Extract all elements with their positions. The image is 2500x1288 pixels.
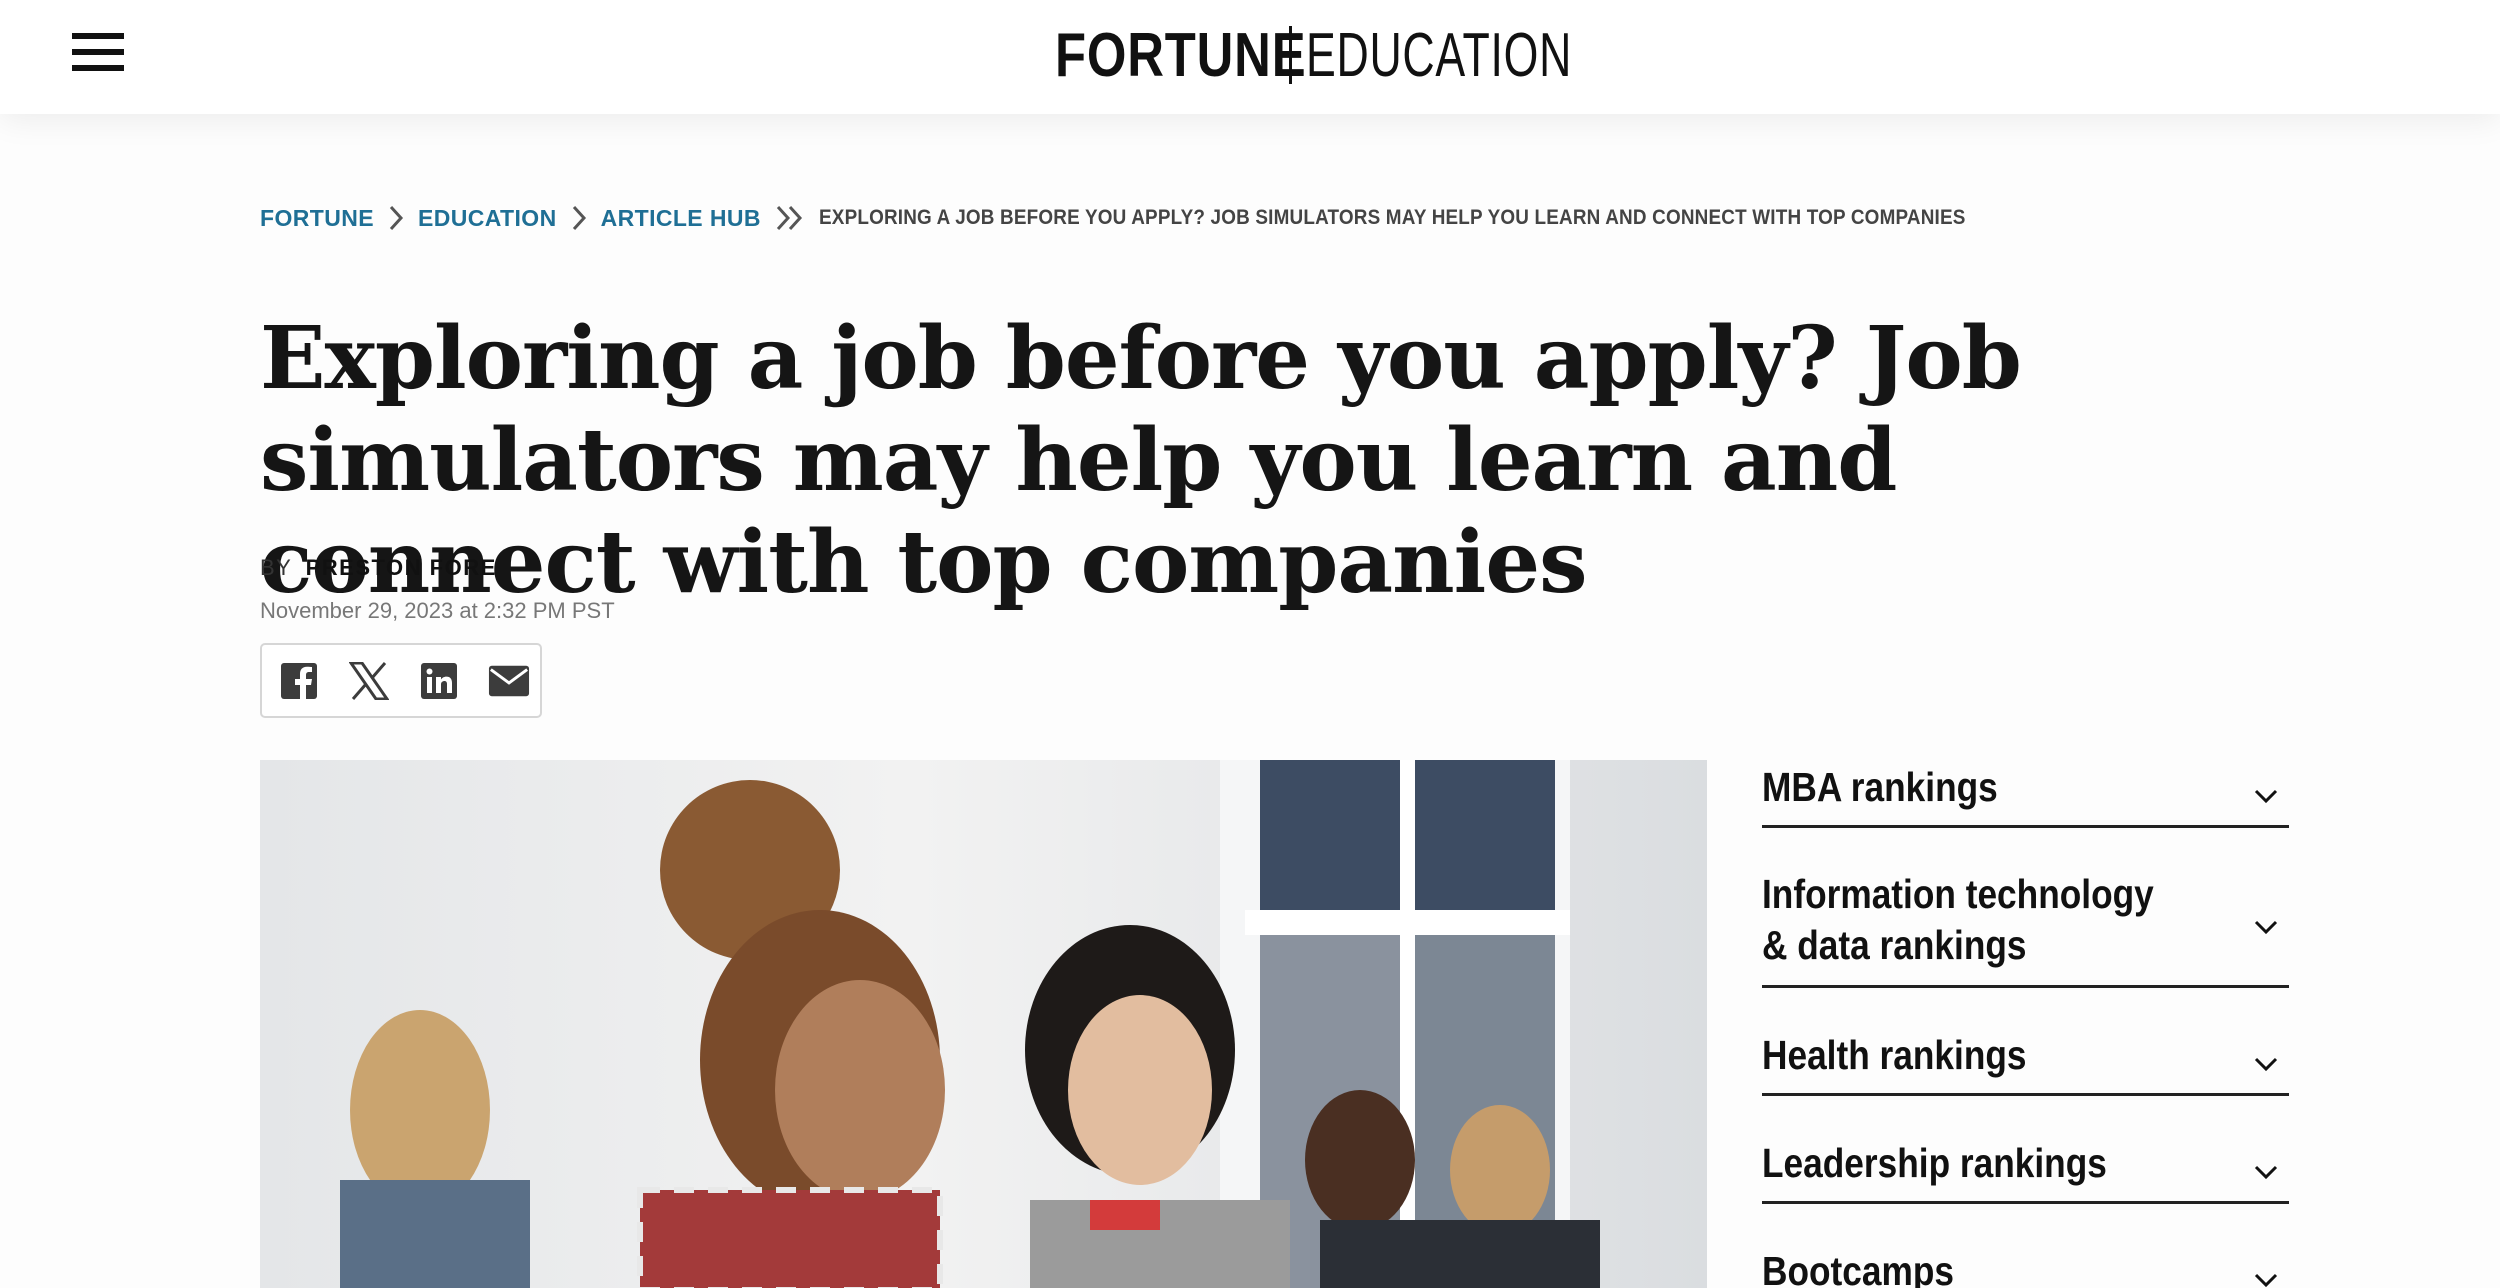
rankings-sidebar: MBA rankings Information technology & da… xyxy=(1762,760,2289,1288)
chevron-down-icon xyxy=(2253,919,2279,940)
byline-label: BY xyxy=(260,555,292,580)
x-icon[interactable] xyxy=(348,660,390,702)
site-logo[interactable]: FORTUNE EDUCATION xyxy=(1055,20,1573,90)
linkedin-icon[interactable] xyxy=(418,660,460,702)
sidebar-item-leadership-rankings[interactable]: Leadership rankings xyxy=(1762,1096,2289,1204)
double-chevron-right-icon xyxy=(775,204,805,232)
breadcrumb: FORTUNE EDUCATION ARTICLE HUB EXPLORING … xyxy=(260,202,2093,234)
chevron-down-icon xyxy=(2253,1164,2279,1185)
article-title: Exploring a job before you apply? Job si… xyxy=(260,308,2022,613)
author-link[interactable]: PRESTON FORE xyxy=(306,555,497,580)
sidebar-item-bootcamps[interactable]: Bootcamps xyxy=(1762,1204,2289,1288)
sidebar-item-label: MBA rankings xyxy=(1762,764,1998,810)
chevron-down-icon xyxy=(2253,1272,2279,1288)
publish-date: November 29, 2023 at 2:32 PM PST xyxy=(260,598,615,623)
byline: BY PRESTON FORE xyxy=(260,555,497,581)
breadcrumb-current: EXPLORING A JOB BEFORE YOU APPLY? JOB SI… xyxy=(818,206,1966,229)
hero-image xyxy=(260,760,1707,1288)
sidebar-item-health-rankings[interactable]: Health rankings xyxy=(1762,988,2289,1096)
email-icon[interactable] xyxy=(488,660,530,702)
sidebar-item-it-data-rankings[interactable]: Information technology & data rankings xyxy=(1762,828,2289,988)
breadcrumb-link-article-hub[interactable]: ARTICLE HUB xyxy=(601,205,761,232)
share-bar xyxy=(260,643,542,718)
breadcrumb-link-fortune[interactable]: FORTUNE xyxy=(260,205,374,232)
logo-education-text: EDUCATION xyxy=(1306,20,1573,90)
chevron-down-icon xyxy=(2253,1056,2279,1077)
chevron-right-icon xyxy=(571,204,587,232)
sidebar-item-label: Bootcamps xyxy=(1762,1248,1955,1288)
facebook-icon[interactable] xyxy=(278,660,320,702)
sidebar-item-label: Leadership rankings xyxy=(1762,1140,2107,1186)
sidebar-item-mba-rankings[interactable]: MBA rankings xyxy=(1762,760,2289,828)
site-header: FORTUNE EDUCATION xyxy=(0,0,2500,114)
hero-photo-illustration xyxy=(260,760,1707,1288)
logo-fortune-text: FORTUNE xyxy=(1055,20,1307,90)
chevron-right-icon xyxy=(388,204,404,232)
chevron-down-icon xyxy=(2253,788,2279,809)
sidebar-item-label: Health rankings xyxy=(1762,1032,2027,1078)
sidebar-item-label: Information technology & data rankings xyxy=(1762,871,2154,968)
hamburger-menu-icon[interactable] xyxy=(70,30,126,74)
breadcrumb-link-education[interactable]: EDUCATION xyxy=(418,205,557,232)
